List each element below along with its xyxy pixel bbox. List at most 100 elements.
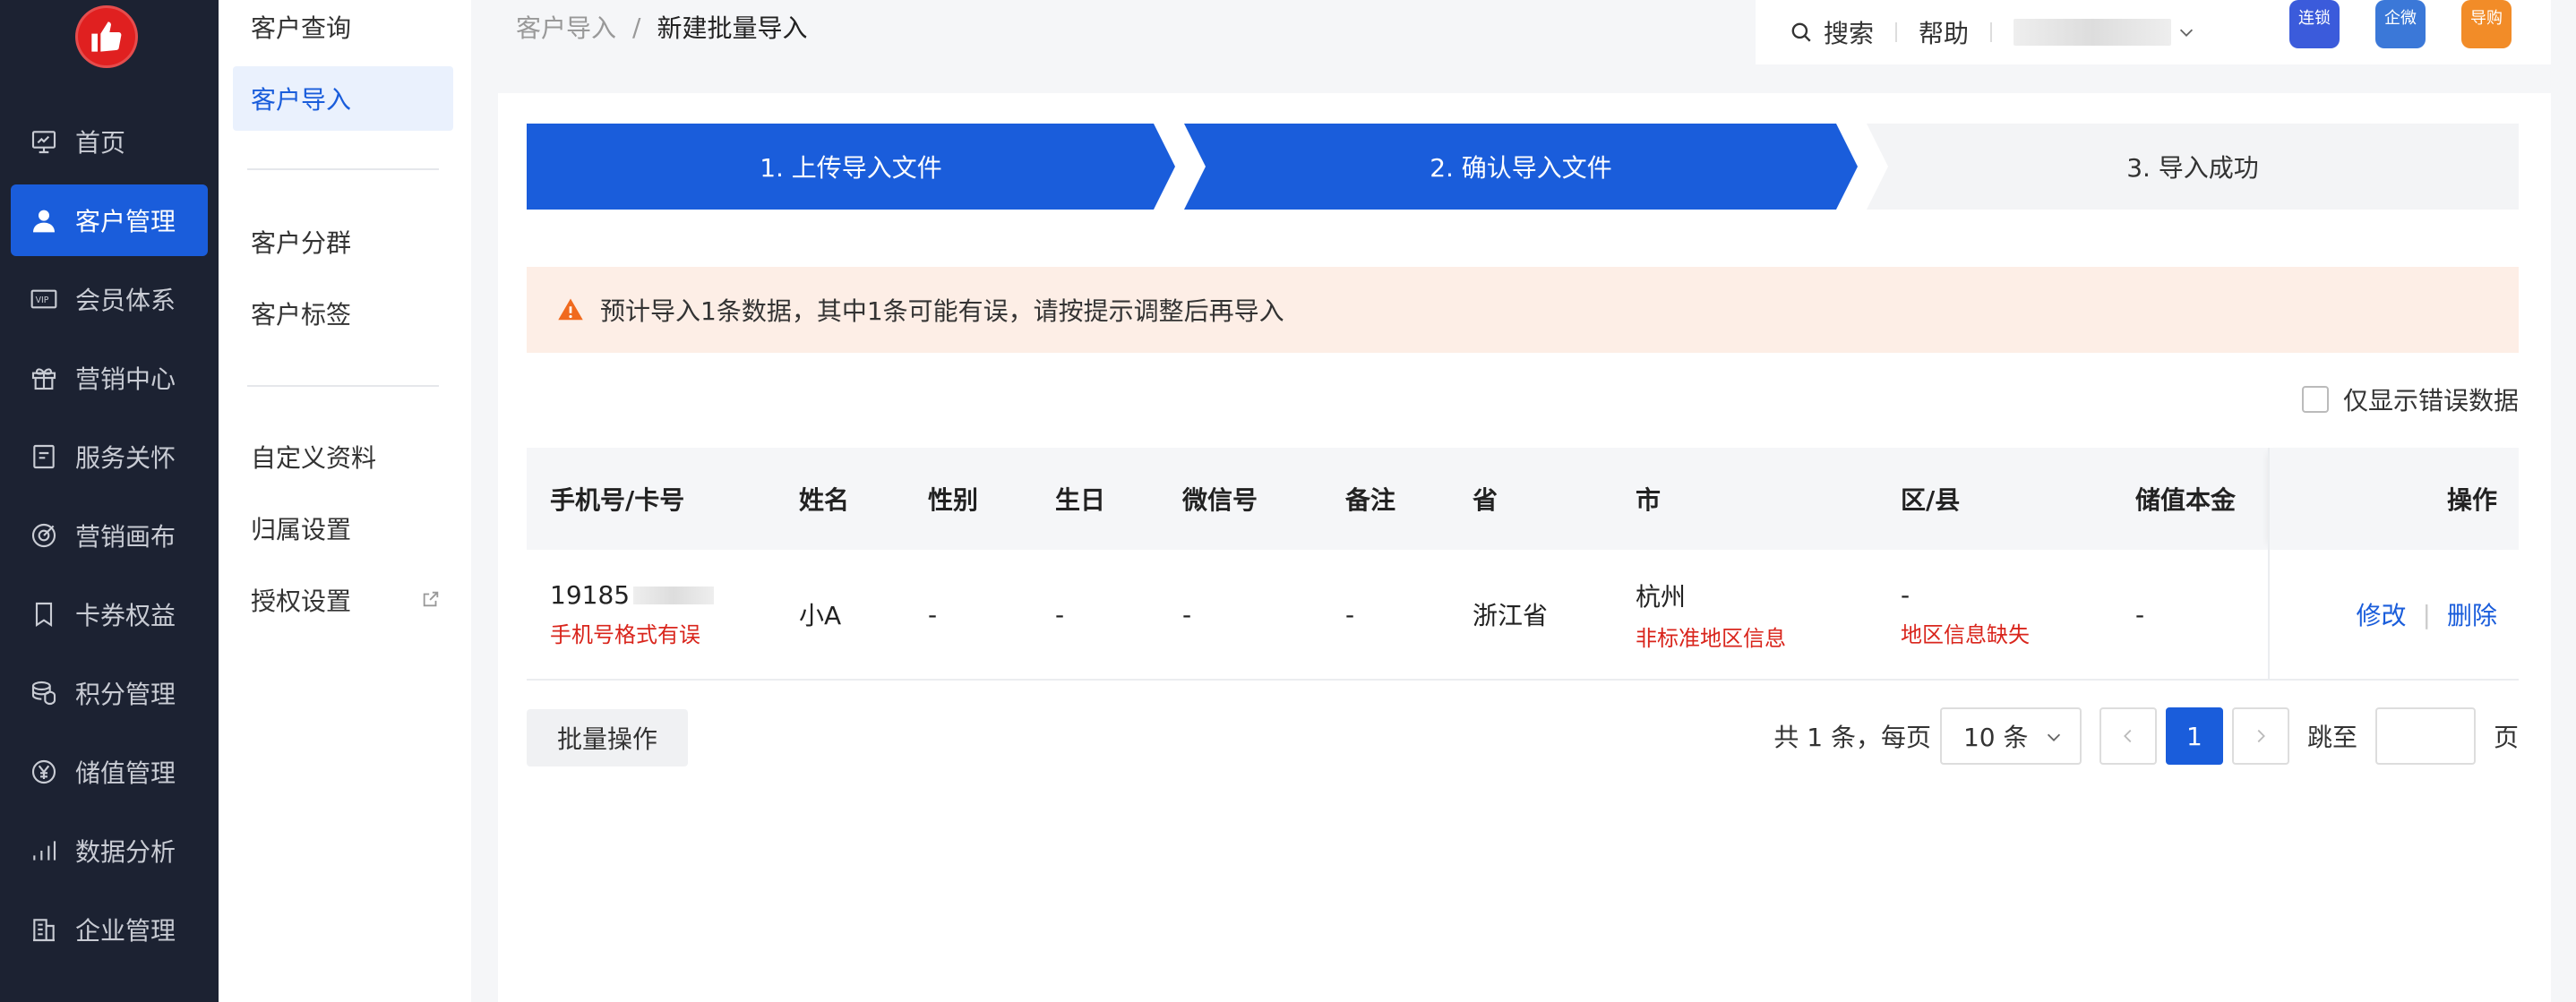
city-error: 非标准地区信息 — [1636, 625, 1786, 651]
bookmark-icon — [29, 599, 59, 629]
user-menu[interactable] — [2014, 19, 2196, 46]
divider — [1990, 22, 1993, 42]
delete-link[interactable]: 删除 — [2447, 596, 2497, 632]
search-button[interactable]: 搜索 — [1790, 14, 1874, 50]
prev-page-button[interactable] — [2099, 707, 2157, 765]
alert-text: 预计导入1条数据，其中1条可能有误，请按提示调整后再导入 — [600, 296, 1284, 326]
next-page-button[interactable] — [2231, 707, 2289, 765]
city-value: 杭州 — [1636, 581, 1687, 612]
app-chain-store[interactable]: 连锁 — [2289, 0, 2340, 48]
cell-province: 浙江省 — [1473, 601, 1549, 630]
help-button[interactable]: 帮助 — [1919, 14, 1969, 50]
header-district: 区/县 — [1901, 485, 1961, 515]
coins-icon — [29, 678, 59, 708]
nav-item-service[interactable]: 服务关怀 — [11, 421, 208, 492]
page-1-button[interactable]: 1 — [2165, 707, 2223, 765]
subnav-attribution-settings[interactable]: 归属设置 — [233, 496, 453, 561]
nav-item-membership[interactable]: VIP 会员体系 — [11, 263, 208, 335]
nav-item-stored-value[interactable]: 储值管理 — [11, 736, 208, 808]
warning-icon — [558, 298, 583, 321]
svg-text:VIP: VIP — [36, 295, 49, 305]
header-actions-cell: 操作 — [2268, 448, 2519, 550]
page-size-value: 10 条 — [1962, 723, 2029, 752]
thumbs-up-logo-icon[interactable] — [75, 5, 138, 68]
subnav-customer-tags[interactable]: 客户标签 — [233, 281, 453, 346]
cell-actions: 修改 | 删除 — [2268, 550, 2519, 679]
nav-item-coupon[interactable]: 卡券权益 — [11, 578, 208, 650]
nav-label: 营销画布 — [75, 522, 176, 552]
nav-item-enterprise[interactable]: 企业管理 — [11, 894, 208, 965]
nav-item-marketing[interactable]: 营销中心 — [11, 342, 208, 414]
nav-label: 数据分析 — [75, 837, 176, 867]
nav-label: 服务关怀 — [75, 443, 176, 473]
cell-name: 小A — [799, 601, 842, 630]
table-header: 手机号/卡号 姓名 性别 生日 微信号 备注 省 市 区/县 储值本金 操作 — [527, 448, 2519, 550]
chevron-left-icon — [2124, 729, 2132, 743]
user-name-redacted — [2014, 19, 2172, 46]
search-label: 搜索 — [1824, 19, 1875, 48]
edit-link[interactable]: 修改 — [2357, 596, 2407, 632]
nav-item-points[interactable]: 积分管理 — [11, 657, 208, 729]
subnav-label: 授权设置 — [251, 587, 352, 616]
top-bar: 搜索 帮助 连锁 企微 导购 — [1756, 0, 2551, 64]
app-label: 企微 — [2384, 9, 2417, 28]
jump-label: 跳至 — [2306, 723, 2357, 752]
nav-item-canvas[interactable]: 营销画布 — [11, 500, 208, 571]
import-preview-table: 手机号/卡号 姓名 性别 生日 微信号 备注 省 市 区/县 储值本金 操作 1… — [527, 448, 2519, 681]
table-row: 19185 手机号格式有误 小A - - - - 浙江省 杭州 非标准地区信息 … — [527, 550, 2519, 681]
bar-chart-icon — [29, 835, 59, 866]
breadcrumb-parent[interactable]: 客户导入 — [516, 9, 616, 45]
cell-district: - 地区信息缺失 — [1901, 580, 2030, 648]
nav-label: 积分管理 — [75, 680, 176, 709]
header-phone: 手机号/卡号 — [550, 485, 685, 515]
divider — [1895, 22, 1898, 42]
only-errors-filter[interactable]: 仅显示错误数据 — [2301, 381, 2519, 417]
subnav-customer-segment[interactable]: 客户分群 — [233, 210, 453, 274]
message-icon — [29, 441, 59, 472]
subnav-custom-profile[interactable]: 自定义资料 — [233, 424, 453, 489]
subnav-customer-import[interactable]: 客户导入 — [233, 66, 453, 131]
nav-label: 会员体系 — [75, 286, 176, 315]
cell-phone: 19185 手机号格式有误 — [550, 580, 715, 648]
phone-value: 19185 — [550, 580, 631, 610]
header-wechat: 微信号 — [1182, 485, 1258, 515]
gift-icon — [29, 363, 59, 393]
app-label: 连锁 — [2298, 9, 2331, 28]
phone-error: 手机号格式有误 — [550, 622, 700, 647]
page-size-select[interactable]: 10 条 — [1939, 707, 2082, 765]
header-birthday: 生日 — [1055, 485, 1106, 515]
user-icon — [29, 205, 59, 236]
nav-label: 客户管理 — [75, 207, 176, 236]
building-icon — [29, 914, 59, 945]
header-remark: 备注 — [1345, 485, 1396, 515]
subnav-divider — [247, 385, 439, 387]
header-balance: 储值本金 — [2135, 485, 2237, 515]
breadcrumb-separator: / — [632, 12, 641, 42]
only-errors-checkbox[interactable] — [2301, 386, 2329, 413]
main-nav: 首页 客户管理 VIP 会员体系 营销中心 服务关怀 营销画布 卡券权益 积分管 — [0, 106, 219, 972]
breadcrumb-current: 新建批量导入 — [657, 13, 808, 43]
page-unit-label: 页 — [2493, 723, 2519, 752]
nav-item-customer[interactable]: 客户管理 — [11, 184, 208, 256]
district-value: - — [1901, 580, 1911, 610]
nav-item-home[interactable]: 首页 — [11, 106, 208, 177]
warning-alert: 预计导入1条数据，其中1条可能有误，请按提示调整后再导入 — [527, 267, 2519, 353]
subnav-authorization-settings[interactable]: 授权设置 — [233, 568, 453, 632]
district-error: 地区信息缺失 — [1901, 622, 2030, 647]
phone-redacted — [633, 586, 715, 604]
subnav-customer-query[interactable]: 客户查询 — [233, 0, 453, 59]
nav-item-analytics[interactable]: 数据分析 — [11, 815, 208, 886]
action-separator: | — [2422, 599, 2431, 629]
step-success: 3. 导入成功 — [1867, 124, 2519, 210]
cell-remark: - — [1345, 599, 1355, 629]
app-wecom[interactable]: 企微 — [2375, 0, 2426, 48]
chevron-down-icon — [2047, 733, 2061, 741]
sub-sidebar: 客户查询 客户导入 客户分群 客户标签 自定义资料 归属设置 授权设置 — [219, 0, 471, 1002]
cell-balance: - — [2135, 599, 2145, 629]
subnav-divider — [247, 168, 439, 170]
batch-operation-button[interactable]: 批量操作 — [527, 709, 688, 766]
header-name: 姓名 — [799, 485, 850, 515]
app-shopping-guide[interactable]: 导购 — [2461, 0, 2512, 48]
jump-page-input[interactable] — [2374, 707, 2476, 765]
search-icon — [1791, 22, 1811, 42]
